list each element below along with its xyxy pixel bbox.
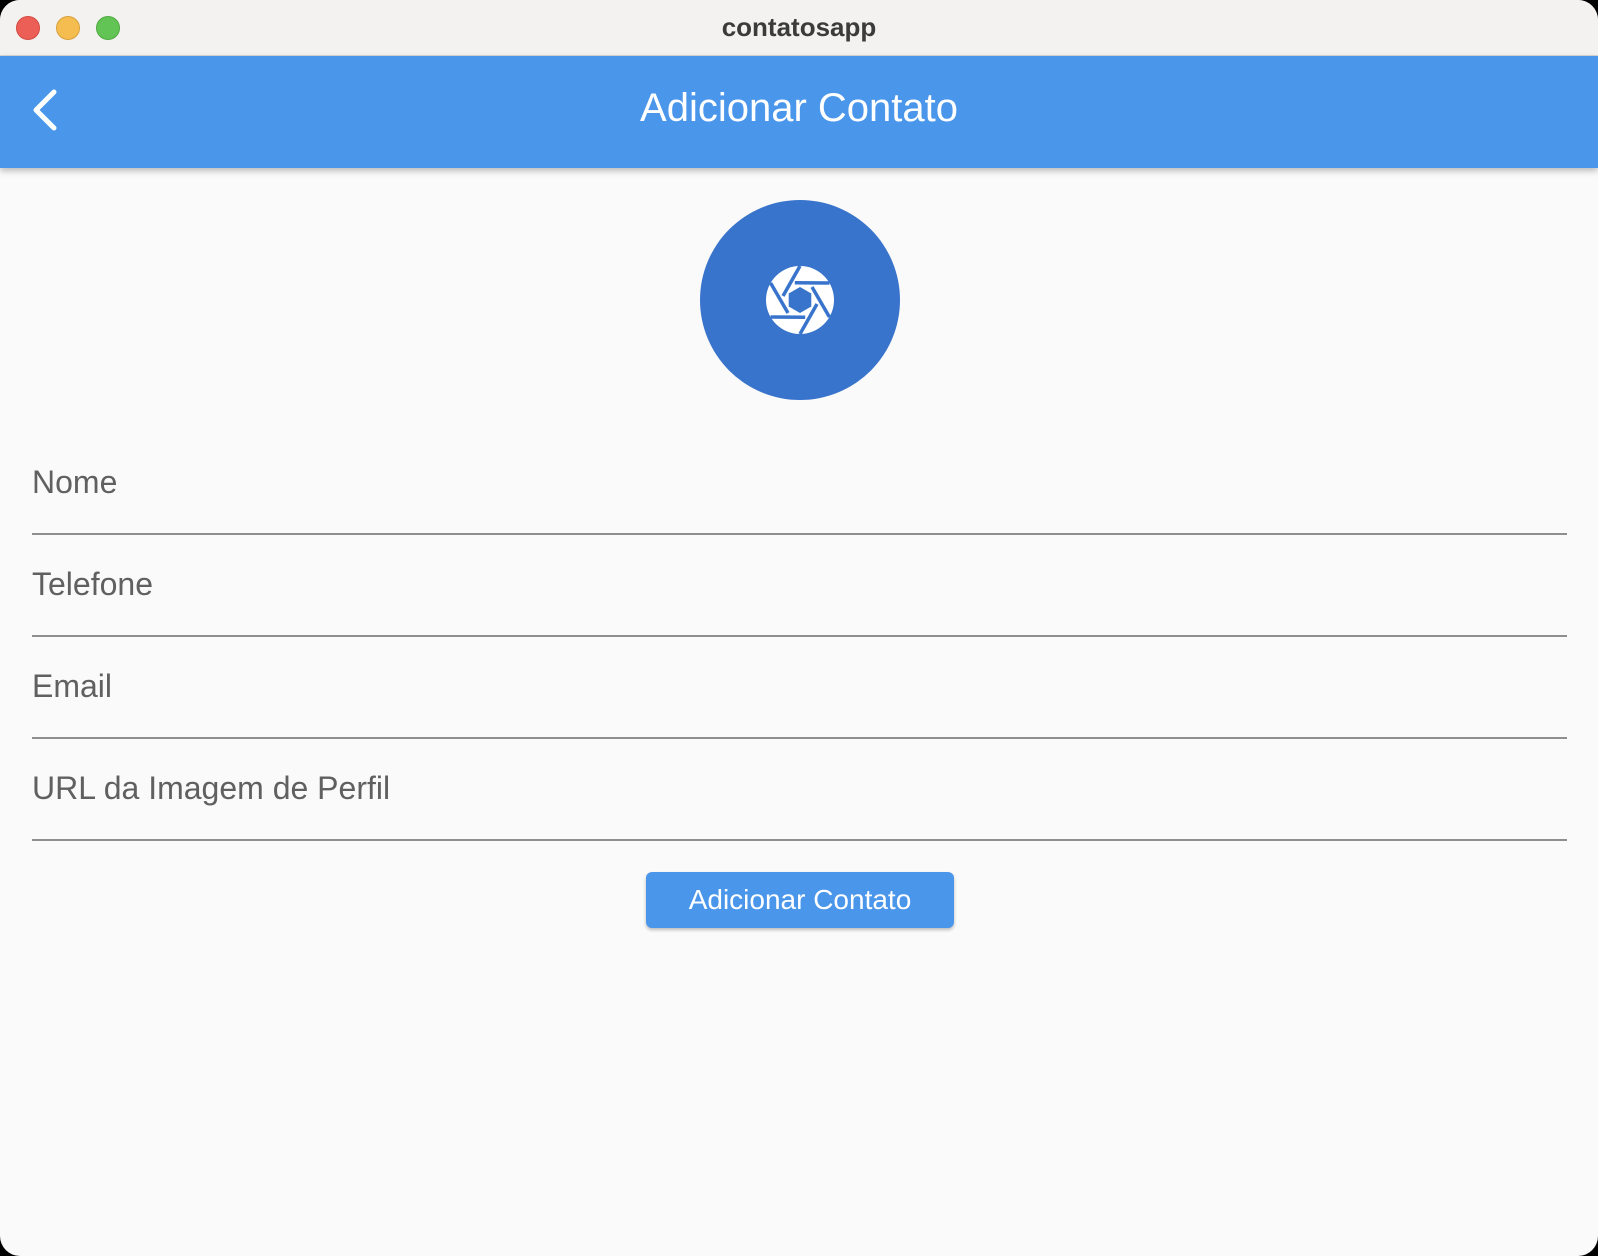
camera-aperture-icon <box>766 265 834 335</box>
email-input[interactable] <box>32 638 1571 739</box>
window-title: contatosapp <box>721 12 877 42</box>
app-bar: Adicionar Contato <box>0 56 1598 168</box>
add-contact-button[interactable]: Adicionar Contato <box>646 872 954 928</box>
phone-input[interactable] <box>32 536 1571 637</box>
name-input[interactable] <box>32 434 1571 535</box>
window-titlebar: contatosapp <box>0 0 1598 56</box>
email-field[interactable]: Email <box>32 638 1571 739</box>
page-title: Adicionar Contato <box>640 86 958 130</box>
profile-image-url-field[interactable]: URL da Imagem de Perfil <box>32 740 1571 841</box>
name-field[interactable]: Nome <box>32 434 1571 535</box>
avatar-picker-button[interactable] <box>700 200 900 400</box>
profile-image-url-input[interactable] <box>32 740 1571 841</box>
phone-field[interactable]: Telefone <box>32 536 1571 637</box>
app-window: contatosapp Adicionar Contato Nome Telef… <box>0 0 1598 1256</box>
